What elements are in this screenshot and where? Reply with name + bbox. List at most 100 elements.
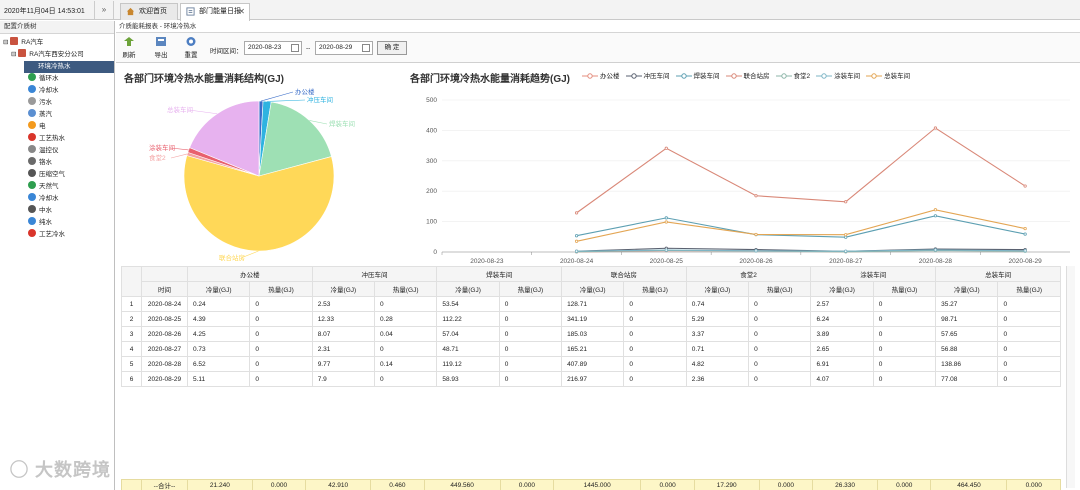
refresh-button[interactable]: 刷新 bbox=[118, 36, 140, 59]
table-cell: 112.22 bbox=[436, 311, 500, 327]
reclaimed-water-icon bbox=[28, 205, 36, 213]
legend-item-0[interactable]: 办公楼 bbox=[582, 70, 620, 80]
series-point[interactable] bbox=[933, 208, 938, 212]
cold-header: 冷量(GJ) bbox=[810, 281, 874, 297]
legend-item-5[interactable]: 涂装车间 bbox=[816, 70, 860, 80]
table-scrollbar[interactable] bbox=[1066, 266, 1075, 488]
export-button[interactable]: 导出 bbox=[150, 36, 172, 59]
table-row[interactable]: 4 2020-08-27 0.73 0 2.31 0 48.71 0 165.21 0 0.71 0 2… bbox=[121, 341, 1061, 357]
tree-node-pure-water[interactable]: 纯水 bbox=[28, 217, 52, 229]
table-cell: 5.29 bbox=[685, 311, 750, 327]
series-point[interactable] bbox=[754, 194, 758, 198]
totals-row: --合计-- 21.240 0.000 42.910 0.460 449.560 0.000… bbox=[121, 479, 1061, 490]
end-date-input[interactable]: 2020-08-29 bbox=[315, 41, 373, 55]
start-date-input[interactable]: 2020-08-23 bbox=[244, 41, 302, 55]
tree-node-natural-gas[interactable]: 天然气 bbox=[28, 181, 59, 193]
tree-node-circulating-water[interactable]: 循环水 bbox=[28, 73, 59, 85]
tree-node-env-water[interactable]: 环境冷热水 bbox=[24, 61, 114, 73]
tab-department-energy-daily[interactable]: 部门能量日报 ✕ bbox=[180, 3, 250, 21]
series-point[interactable] bbox=[574, 249, 579, 253]
series-point[interactable] bbox=[1023, 232, 1027, 236]
table-cell: 77.08 bbox=[935, 371, 999, 387]
tree-node-steam[interactable]: 蒸汽 bbox=[28, 109, 52, 121]
date-separator: -- bbox=[306, 45, 311, 52]
series-point[interactable] bbox=[754, 232, 758, 237]
series-point[interactable] bbox=[844, 200, 848, 204]
x-tick-label: 2020-08-26 bbox=[739, 258, 773, 264]
legend-label: 办公楼 bbox=[600, 73, 620, 80]
totals-cell: 0.000 bbox=[1006, 479, 1061, 490]
series-point[interactable] bbox=[574, 234, 579, 238]
series-point[interactable] bbox=[844, 233, 848, 237]
series-point[interactable] bbox=[664, 146, 668, 150]
table-cell: 5.11 bbox=[186, 371, 251, 387]
table-cell: 0 bbox=[997, 341, 1061, 357]
series-point[interactable] bbox=[574, 211, 579, 215]
series-point[interactable] bbox=[933, 248, 938, 252]
series-point[interactable] bbox=[844, 249, 848, 253]
series-line-6[interactable] bbox=[576, 209, 1026, 242]
calendar-icon[interactable] bbox=[291, 44, 299, 52]
confirm-button[interactable]: 确 定 bbox=[377, 41, 407, 55]
legend-item-3[interactable]: 联合站房 bbox=[725, 70, 770, 80]
tree-node-electricity[interactable]: 电 bbox=[28, 121, 46, 133]
series-point[interactable] bbox=[933, 214, 938, 218]
heat-header: 热量(GJ) bbox=[498, 281, 563, 297]
end-date-value: 2020-08-29 bbox=[319, 44, 353, 51]
legend-item-6[interactable]: 总装车间 bbox=[866, 70, 910, 80]
series-point[interactable] bbox=[1023, 249, 1027, 253]
table-cell: 56.88 bbox=[935, 341, 999, 357]
close-icon[interactable]: ✕ bbox=[238, 4, 245, 19]
legend-item-2[interactable]: 焊装车间 bbox=[675, 70, 720, 80]
table-row[interactable]: 6 2020-08-29 5.11 0 7.9 0 58.93 0 216.97 0 2.36 0 4.… bbox=[121, 371, 1061, 387]
series-point[interactable] bbox=[844, 235, 848, 239]
tree-node-label: 铬水 bbox=[39, 159, 52, 166]
reset-button[interactable]: 重置 bbox=[180, 36, 202, 59]
table-row[interactable]: 3 2020-08-26 4.25 0 8.07 0.04 57.04 0 185.03 0 3.3… bbox=[121, 326, 1061, 342]
collapse-sidebar-button[interactable]: » bbox=[94, 1, 114, 19]
table-row[interactable]: 1 2020-08-24 0.24 0 2.53 0 53.54 0 128.71 0 0.74 0 2… bbox=[121, 296, 1061, 312]
series-point[interactable] bbox=[664, 248, 668, 252]
tree-node-xian-branch[interactable]: ⊟ RA汽车西安分公司 bbox=[11, 49, 84, 61]
series-line-3[interactable] bbox=[576, 127, 1026, 214]
totals-cell: 21.240 bbox=[187, 479, 253, 490]
tree-node-process-cold-water[interactable]: 工艺冷水 bbox=[28, 229, 65, 241]
table-cell: 0 bbox=[623, 311, 687, 327]
series-point[interactable] bbox=[664, 216, 668, 220]
legend-item-4[interactable]: 食堂2 bbox=[775, 70, 810, 80]
series-point[interactable] bbox=[1023, 184, 1027, 188]
series-point[interactable] bbox=[574, 239, 579, 243]
tree-node-compressed-air[interactable]: 压缩空气 bbox=[28, 169, 65, 181]
calendar-icon[interactable] bbox=[362, 44, 370, 52]
table-row[interactable]: 5 2020-08-28 6.52 0 9.77 0.14 119.12 0 407.89 0 4.… bbox=[121, 356, 1061, 372]
time-header: 时间 bbox=[141, 281, 188, 297]
tree-node-reclaimed-water[interactable]: 中水 bbox=[28, 205, 52, 217]
series-point[interactable] bbox=[1023, 226, 1027, 231]
table-row[interactable]: 2 2020-08-25 4.39 0 12.33 0.28 112.22 0 341.19 0 5… bbox=[121, 311, 1061, 327]
series-point[interactable] bbox=[664, 220, 668, 224]
watermark-logo-icon: ◯ bbox=[10, 460, 36, 480]
tree-node-ra-auto[interactable]: ⊟ RA汽车 bbox=[3, 37, 43, 49]
main-panel: 介质能耗报表 - 环境冷热水 刷新 导出 重置 时间区间： 2020-08-23… bbox=[116, 21, 1080, 490]
tree-node-cooling-water-2[interactable]: 冷却水 bbox=[28, 193, 59, 205]
tree-node-sewage[interactable]: 污水 bbox=[28, 97, 52, 109]
watermark-text: 大数跨境 bbox=[35, 460, 112, 480]
tree-node-process-hot-water[interactable]: 工艺热水 bbox=[28, 133, 65, 145]
dept-header-3: 联合站房 bbox=[561, 266, 687, 282]
totals-cell: 0.000 bbox=[758, 479, 814, 490]
table-cell: 0 bbox=[374, 296, 438, 312]
series-point[interactable] bbox=[754, 249, 758, 253]
table-cell: 0.74 bbox=[685, 296, 750, 312]
tab-welcome[interactable]: 欢迎首页 bbox=[120, 3, 178, 20]
tree-node-thermostat[interactable]: 温控仪 bbox=[28, 145, 59, 157]
legend-item-1[interactable]: 冲压车间 bbox=[625, 70, 670, 80]
table-cell: 0 bbox=[748, 296, 812, 312]
collapse-toggle-icon[interactable]: ⊟ bbox=[11, 51, 16, 58]
legend-marker-icon bbox=[816, 73, 833, 79]
tree-node-cooling-water[interactable]: 冷却水 bbox=[28, 85, 59, 97]
tree-node-chrome-water[interactable]: 铬水 bbox=[28, 157, 52, 169]
tree-node-label: 环境冷热水 bbox=[38, 63, 71, 70]
collapse-toggle-icon[interactable]: ⊟ bbox=[3, 39, 8, 46]
totals-cell: 0.460 bbox=[370, 479, 425, 490]
series-point[interactable] bbox=[933, 126, 938, 130]
